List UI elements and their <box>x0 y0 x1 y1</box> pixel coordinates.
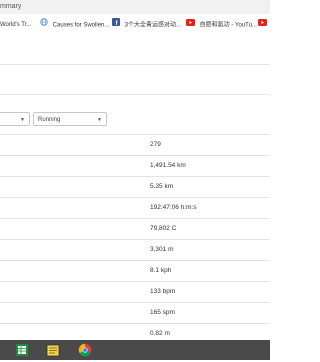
notes-icon[interactable] <box>46 343 60 357</box>
activity-type-select[interactable]: Running ▼ <box>33 112 107 126</box>
divider <box>0 94 270 95</box>
stat-value: 79,802 C <box>150 225 177 232</box>
stat-value: 3,301 m <box>150 246 174 253</box>
stat-value: 165 spm <box>150 309 175 316</box>
table-row: 79,802 C <box>0 218 270 239</box>
taskbar <box>0 340 270 360</box>
stat-value: 192:47:06 h:m:s <box>150 204 197 211</box>
table-row: 279 <box>0 134 270 155</box>
table-row: 8.1 kph <box>0 260 270 281</box>
divider <box>0 64 270 65</box>
filter-select-1[interactable]: ▼ <box>0 112 30 126</box>
stat-value: 1,491.54 km <box>150 162 186 169</box>
stat-value: 279 <box>150 141 161 148</box>
stat-value: 5.35 km <box>150 183 174 190</box>
bookmark-label: 自愿和氣功 - YouTu... <box>199 22 257 29</box>
bookmarks-bar: World's Tr... Causes for Swollen... f 3个… <box>0 14 270 37</box>
spreadsheet-icon[interactable] <box>15 343 29 357</box>
youtube-icon <box>186 14 195 36</box>
stat-value: 8.1 kph <box>150 267 172 274</box>
browser-title-bar: mmary <box>0 0 270 14</box>
bookmark-label: 3个大全青运感对动... <box>124 22 182 29</box>
youtube-icon <box>258 14 267 36</box>
bookmark-facebook[interactable]: f 3个大全青运感对动... <box>112 14 181 36</box>
window-title: mmary <box>0 3 22 10</box>
bookmark-youtube[interactable]: 自愿和氣功 - YouTu... <box>186 14 257 36</box>
table-row: 5.35 km <box>0 176 270 197</box>
chrome-icon[interactable] <box>78 343 92 357</box>
summary-table: 279 1,491.54 km 5.35 km 192:47:06 h:m:s … <box>0 134 270 344</box>
table-row: 133 bpm <box>0 281 270 302</box>
bookmark-label: Causes for Swollen... <box>52 22 110 29</box>
bookmark-youtube-2[interactable] <box>258 14 270 36</box>
chevron-down-icon: ▼ <box>97 117 102 123</box>
activity-select-value: Running <box>38 117 61 123</box>
chevron-down-icon: ▼ <box>20 117 25 123</box>
page-header-area <box>0 36 270 106</box>
table-row: 1,491.54 km <box>0 155 270 176</box>
facebook-icon: f <box>112 14 120 36</box>
bookmark-label: World's Tr... <box>0 22 32 28</box>
stat-value: 133 bpm <box>150 288 176 295</box>
table-row: 192:47:06 h:m:s <box>0 197 270 218</box>
table-row: 3,301 m <box>0 239 270 260</box>
globe-icon <box>40 14 48 36</box>
bookmark-swollen[interactable]: Causes for Swollen... <box>40 14 109 36</box>
bookmark-worlds[interactable]: World's Tr... <box>0 14 31 36</box>
table-row: 165 spm <box>0 302 270 323</box>
